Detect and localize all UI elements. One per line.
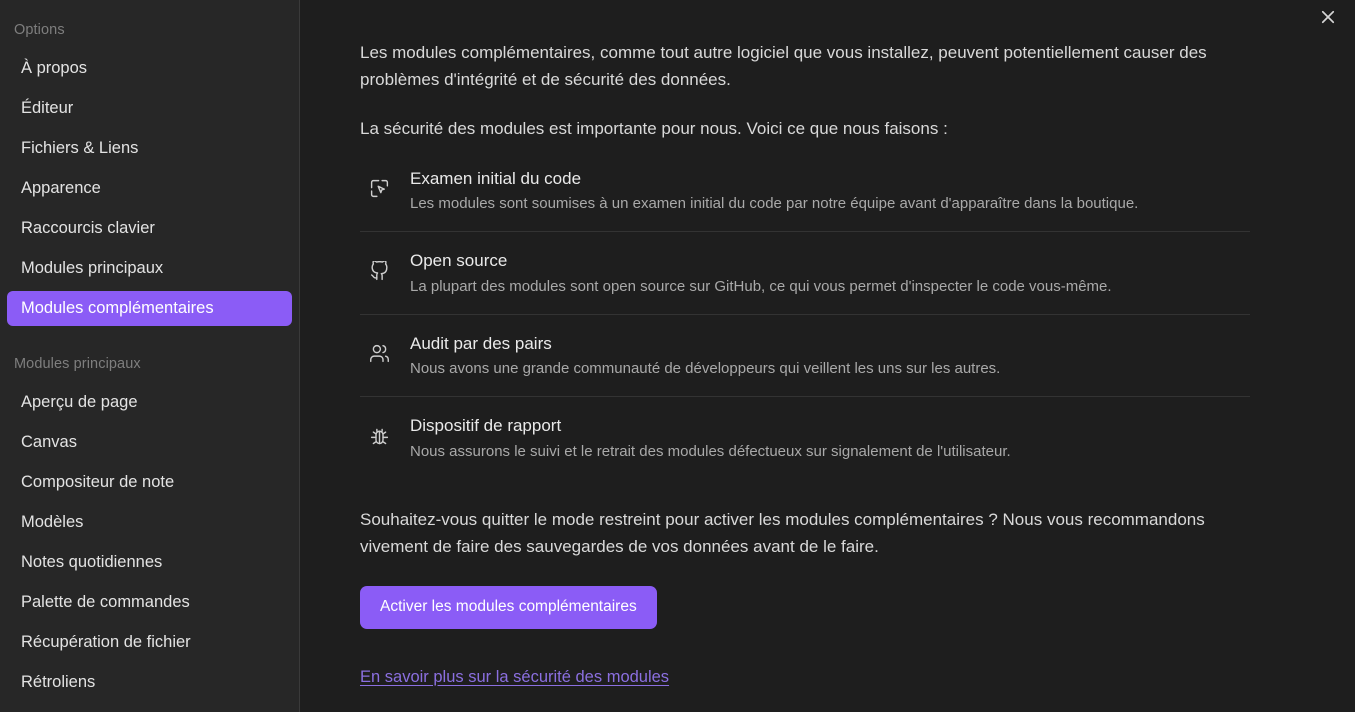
close-icon[interactable] [1311,0,1345,34]
security-feature-list: Examen initial du code Les modules sont … [360,161,1250,479]
settings-sidebar: Options À propos Éditeur Fichiers & Lien… [0,0,300,712]
github-icon [364,256,394,286]
sidebar-item-fichiers-liens[interactable]: Fichiers & Liens [7,131,292,167]
feature-title: Dispositif de rapport [410,416,562,436]
bug-icon [364,421,394,451]
sidebar-item-palette-de-commandes[interactable]: Palette de commandes [7,585,292,621]
sidebar-item-editeur[interactable]: Éditeur [7,91,292,127]
sidebar-item-selecteur-rapide[interactable]: Sélecteur rapide [7,705,292,712]
settings-window: Options À propos Éditeur Fichiers & Lien… [0,0,1355,712]
sidebar-item-apparence[interactable]: Apparence [7,171,292,207]
feature-title: Examen initial du code [410,168,582,188]
feature-title: Open source [410,251,508,271]
settings-main-panel: Les modules complémentaires, comme tout … [300,0,1355,712]
sidebar-item-a-propos[interactable]: À propos [7,51,292,87]
feature-description: Nous avons une grande communauté de déve… [410,360,1001,378]
feature-description: Les modules sont soumises à un examen in… [410,195,1139,213]
sidebar-item-raccourcis-clavier[interactable]: Raccourcis clavier [7,211,292,247]
feature-title: Audit par des pairs [410,333,552,353]
learn-more-link[interactable]: En savoir plus sur la sécurité des modul… [360,668,669,687]
users-icon [364,339,394,369]
intro-paragraph: Les modules complémentaires, comme tout … [360,43,1207,89]
feature-item: Audit par des pairs Nous avons une grand… [360,313,1250,397]
feature-item: Examen initial du code Les modules sont … [360,161,1250,232]
sidebar-group-options: À propos Éditeur Fichiers & Liens Appare… [0,51,299,327]
inspect-cursor-icon [364,174,394,204]
feature-body: Open source La plupart des modules sont … [410,249,1250,298]
plugins-content: Les modules complémentaires, comme tout … [300,0,1305,687]
security-paragraph: La sécurité des modules est importante p… [360,118,948,138]
sidebar-item-modules-complementaires[interactable]: Modules complémentaires [7,290,292,327]
sidebar-item-modules-principaux[interactable]: Modules principaux [7,251,292,287]
feature-item: Open source La plupart des modules sont … [360,231,1250,314]
sidebar-item-compositeur-de-note[interactable]: Compositeur de note [7,465,292,501]
feature-description: Nous assurons le suivi et le retrait des… [410,443,1011,461]
sidebar-item-retroliens[interactable]: Rétroliens [7,665,292,701]
feature-item: Dispositif de rapport Nous assurons le s… [360,396,1250,479]
sidebar-item-notes-quotidiennes[interactable]: Notes quotidiennes [7,545,292,581]
sidebar-group-label-modules-principaux: Modules principaux [14,356,141,373]
sidebar-item-canvas[interactable]: Canvas [7,425,292,461]
sidebar-item-apercu-de-page[interactable]: Aperçu de page [7,385,292,421]
feature-body: Dispositif de rapport Nous assurons le s… [410,414,1250,463]
enable-plugins-button[interactable]: Activer les modules complémentaires [360,586,657,629]
sidebar-item-recuperation-de-fichier[interactable]: Récupération de fichier [7,625,292,661]
sidebar-item-modeles[interactable]: Modèles [7,505,292,541]
sidebar-group-core-plugins: Aperçu de page Canvas Compositeur de not… [0,385,299,712]
feature-description: La plupart des modules sont open source … [410,277,1112,295]
feature-body: Examen initial du code Les modules sont … [410,167,1250,216]
sidebar-group-label-options: Options [14,22,65,38]
feature-body: Audit par des pairs Nous avons une grand… [410,332,1250,381]
prompt-paragraph: Souhaitez-vous quitter le mode restreint… [360,509,1205,556]
